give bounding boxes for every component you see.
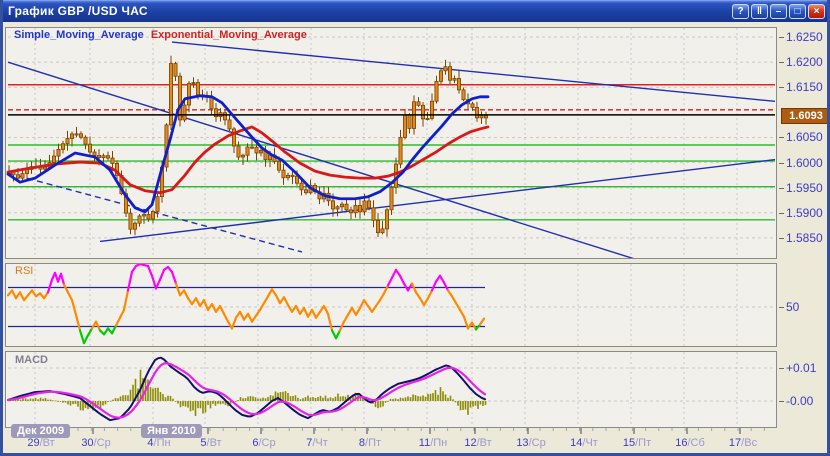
date-label: 30/Ср — [76, 437, 116, 449]
help-button[interactable]: ? — [732, 4, 749, 19]
date-label: 11/Пн — [413, 437, 453, 449]
date-weekday: /Вс — [741, 437, 758, 449]
date-weekday: /Сб — [687, 437, 705, 449]
date-day-number: 12 — [464, 437, 477, 449]
price-tick-1.6250-tick — [779, 37, 784, 39]
price-tick-1.6150-tick — [779, 87, 784, 89]
maximize-button[interactable]: □ — [789, 4, 806, 19]
date-day-number: 16 — [675, 437, 688, 449]
window-title: График GBP /USD ЧАС — [8, 4, 148, 18]
price-tick-1.5950-tick — [779, 187, 784, 189]
date-day-number: 13 — [516, 437, 529, 449]
date-weekday: /Вт — [39, 437, 55, 449]
price-tick-1.5900-tick — [779, 212, 784, 214]
macd-level-up-tick — [779, 368, 784, 369]
legend-sma: Simple_Moving_Average — [14, 29, 144, 41]
price-tick-1.5850: 1.5850 — [786, 230, 823, 245]
date-tick-strip — [11, 428, 765, 434]
date-label: 6/Ср — [244, 437, 284, 449]
price-tick-1.6150: 1.6150 — [786, 80, 823, 95]
price-chart-panel[interactable] — [5, 27, 777, 259]
date-weekday: /Ср — [93, 437, 111, 449]
date-day-number: 17 — [728, 437, 742, 449]
price-tick-1.5850-tick — [779, 237, 784, 239]
date-day-number: 14 — [570, 437, 583, 449]
date-day-number: 29 — [27, 437, 40, 449]
date-day-number: 30 — [81, 437, 94, 449]
rsi-level-50: 50 — [786, 300, 800, 314]
price-tick-1.6250: 1.6250 — [786, 30, 823, 45]
date-label: 12/Вт — [458, 437, 498, 449]
date-label: 4/Пн — [139, 437, 179, 449]
price-tick-1.6050-tick — [779, 137, 784, 139]
macd-label: MACD — [15, 354, 48, 366]
date-weekday: /Чт — [582, 437, 598, 449]
price-tick-1.6200-tick — [779, 62, 784, 64]
macd-level-up: +0.01 — [786, 361, 817, 375]
month-tab: Янв 2010 — [141, 424, 202, 438]
chart-window: График GBP /USD ЧАС ? ‖ – □ × Simple_Moving_… — [0, 0, 830, 456]
current-price-box: 1.6093 — [781, 107, 827, 124]
rsi-panel[interactable] — [5, 263, 777, 347]
macd-level-zero: -0.00 — [786, 394, 814, 408]
legend-ema: Exponential_Moving_Average — [150, 29, 307, 41]
price-tick-1.6200: 1.6200 — [786, 55, 823, 70]
window-buttons: ? ‖ – □ × — [732, 4, 825, 19]
month-tab: Дек 2009 — [11, 424, 71, 438]
date-weekday: /Чт — [312, 437, 328, 449]
date-weekday: /Ср — [528, 437, 546, 449]
price-tick-1.6000-tick — [779, 162, 784, 164]
date-label: 15/Пт — [617, 437, 657, 449]
pause-button[interactable]: ‖ — [751, 4, 768, 19]
macd-panel[interactable] — [5, 351, 777, 428]
price-tick-1.6050: 1.6050 — [786, 130, 823, 145]
date-weekday: /Вт — [476, 437, 492, 449]
date-day-number: 15 — [622, 437, 636, 449]
date-label: 7/Чт — [297, 437, 337, 449]
date-label: 13/Ср — [511, 437, 551, 449]
date-label: 17/Вс — [723, 437, 763, 449]
price-tick-1.5900: 1.5900 — [786, 205, 823, 220]
title-bar[interactable]: График GBP /USD ЧАС ? ‖ – □ × — [3, 0, 827, 22]
date-weekday: /Ср — [258, 437, 276, 449]
date-day-number: 11 — [418, 437, 431, 449]
date-weekday: /Пт — [635, 437, 652, 449]
date-weekday: /Вт — [206, 437, 222, 449]
date-label: 29/Вт — [21, 437, 61, 449]
date-label: 16/Сб — [670, 437, 710, 449]
rsi-level-50-tick — [779, 307, 784, 308]
date-label: 5/Вт — [191, 437, 231, 449]
minimize-button[interactable]: – — [770, 4, 787, 19]
chart-legend: Simple_Moving_Average Exponential_Moving_… — [14, 29, 307, 41]
rsi-label: RSI — [15, 265, 34, 277]
date-weekday: /Пт — [365, 437, 382, 449]
date-weekday: /Пн — [430, 437, 448, 449]
date-label: 8/Пт — [350, 437, 390, 449]
price-tick-1.5950: 1.5950 — [786, 180, 823, 195]
macd-level-zero-tick — [779, 401, 784, 402]
date-weekday: /Пн — [153, 437, 171, 449]
price-tick-1.6000: 1.6000 — [786, 155, 823, 170]
close-button[interactable]: × — [808, 4, 825, 19]
date-label: 14/Чт — [564, 437, 604, 449]
